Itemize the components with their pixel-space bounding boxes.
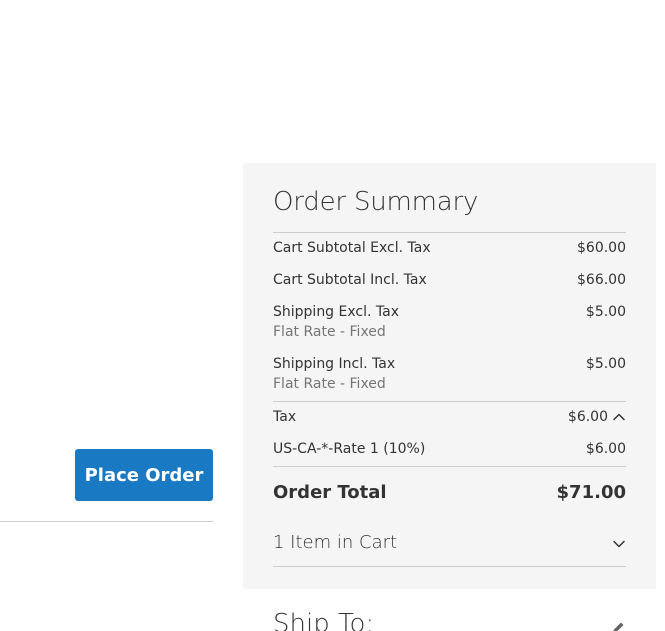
tax-toggle[interactable]: $6.00 xyxy=(568,407,626,427)
divider xyxy=(273,566,626,567)
order-summary: Order Summary Cart Subtotal Excl. Tax $6… xyxy=(243,163,656,589)
divider xyxy=(273,232,626,233)
cart-subtotal-incl-row: Cart Subtotal Incl. Tax $66.00 xyxy=(273,270,626,292)
cart-subtotal-excl-value: $60.00 xyxy=(577,240,626,256)
order-total-label: Order Total xyxy=(273,482,387,503)
place-order-button[interactable]: Place Order xyxy=(75,449,213,501)
cart-subtotal-excl-row: Cart Subtotal Excl. Tax $60.00 xyxy=(273,238,626,260)
shipping-excl-method: Flat Rate - Fixed xyxy=(273,324,386,340)
pencil-icon[interactable] xyxy=(610,620,626,631)
items-in-cart-label: 1 Item in Cart xyxy=(273,532,398,553)
shipping-incl-row: Shipping Incl. Tax Flat Rate - Fixed $5.… xyxy=(273,354,626,396)
tax-row: Tax $6.00 xyxy=(273,407,626,429)
tax-label: Tax xyxy=(273,409,297,425)
checkout-page: Place Order Order Summary Cart Subtotal … xyxy=(0,0,665,631)
cart-subtotal-incl-value: $66.00 xyxy=(577,272,626,288)
tax-rate-row: US-CA-*-Rate 1 (10%) $6.00 xyxy=(273,439,626,461)
tax-rate-value: $6.00 xyxy=(585,441,626,457)
cart-subtotal-excl-label: Cart Subtotal Excl. Tax xyxy=(273,240,431,256)
chevron-down-icon xyxy=(613,540,625,548)
shipping-excl-label: Shipping Excl. Tax xyxy=(273,304,399,320)
tax-value: $6.00 xyxy=(567,409,608,425)
order-total-value: $71.00 xyxy=(556,482,626,503)
shipping-incl-label: Shipping Incl. Tax xyxy=(273,356,396,372)
shipping-excl-value: $5.00 xyxy=(585,304,626,320)
order-summary-title: Order Summary xyxy=(273,187,479,217)
divider xyxy=(273,401,626,402)
shipping-incl-method: Flat Rate - Fixed xyxy=(273,376,386,392)
ship-to-title: Ship To: xyxy=(273,609,375,631)
items-in-cart-toggle[interactable]: 1 Item in Cart xyxy=(273,532,626,558)
shipping-incl-value: $5.00 xyxy=(585,356,626,372)
divider xyxy=(273,466,626,467)
tax-rate-label: US-CA-*-Rate 1 (10%) xyxy=(273,441,426,457)
cart-subtotal-incl-label: Cart Subtotal Incl. Tax xyxy=(273,272,427,288)
shipping-excl-row: Shipping Excl. Tax Flat Rate - Fixed $5.… xyxy=(273,302,626,344)
divider xyxy=(0,521,213,522)
order-total-row: Order Total $71.00 xyxy=(273,481,626,507)
chevron-up-icon xyxy=(613,413,625,421)
